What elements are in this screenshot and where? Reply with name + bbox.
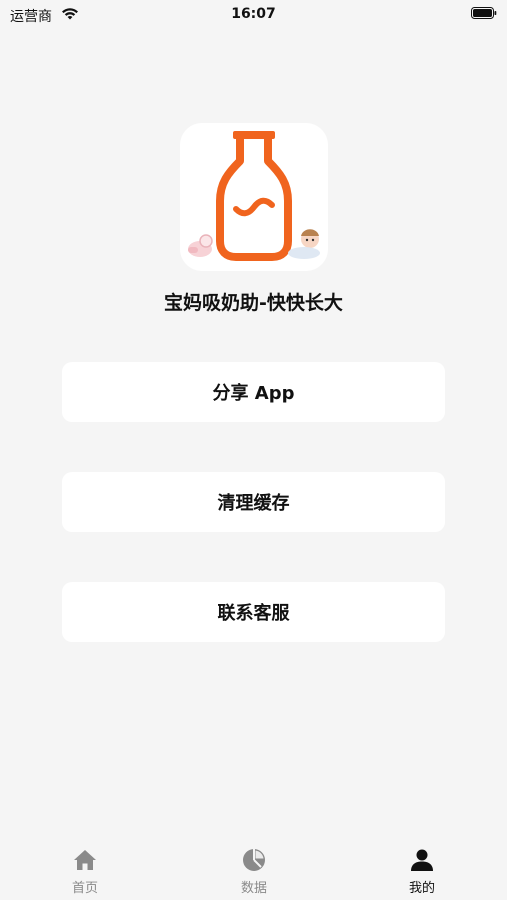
- tab-data-label: 数据: [240, 881, 267, 896]
- share-app-button[interactable]: 分享 App: [62, 362, 445, 422]
- tab-mine-label: 我的: [408, 881, 435, 896]
- tab-data[interactable]: 数据: [204, 846, 304, 898]
- person-icon: [411, 849, 433, 871]
- status-time: 16:07: [231, 6, 276, 22]
- tab-home-label: 首页: [71, 881, 98, 896]
- pie-chart-icon: [243, 849, 265, 871]
- contact-support-label: 联系客服: [217, 603, 290, 624]
- home-icon: [74, 850, 96, 870]
- tab-mine[interactable]: 我的: [372, 846, 472, 898]
- tab-bar: 首页 数据 我的: [0, 842, 507, 900]
- clear-cache-button[interactable]: 清理缓存: [62, 472, 445, 532]
- share-app-label: 分享 App: [212, 383, 295, 404]
- clear-cache-label: 清理缓存: [217, 493, 290, 514]
- status-bar: 运营商 16:07: [0, 0, 507, 30]
- battery-icon: [471, 7, 497, 19]
- baby-bottle-icon: [188, 131, 320, 261]
- app-name: 宝妈吸奶助-快快长大: [164, 292, 343, 314]
- tab-home[interactable]: 首页: [35, 846, 135, 898]
- app-logo: [180, 123, 328, 271]
- contact-support-button[interactable]: 联系客服: [62, 582, 445, 642]
